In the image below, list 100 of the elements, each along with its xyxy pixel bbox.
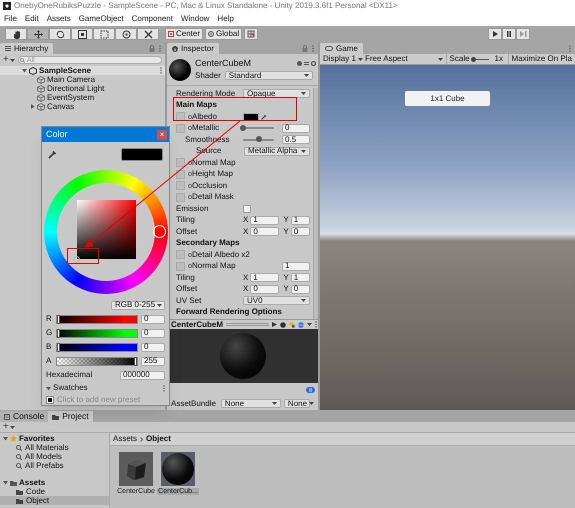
close-button[interactable]: × — [157, 130, 167, 140]
tool-button[interactable] — [137, 28, 159, 40]
input-field[interactable]: 0 — [250, 227, 280, 236]
input-field[interactable]: 1 — [282, 262, 310, 271]
rotate-icon — [56, 30, 64, 38]
field-label: Shader — [195, 72, 221, 80]
scrollbar[interactable] — [313, 88, 318, 319]
dropdown[interactable]: Display 1 — [320, 54, 362, 64]
cube-button[interactable]: 1x1 Cube — [405, 91, 490, 106]
section-heading[interactable]: Swatches — [53, 384, 88, 392]
input-field[interactable]: 1 — [250, 273, 280, 282]
dropdown[interactable]: Standard — [224, 71, 313, 80]
play-button[interactable] — [488, 28, 502, 40]
tool-button[interactable] — [71, 28, 93, 40]
cube-thumbnail[interactable] — [119, 452, 153, 486]
channel-slider[interactable] — [56, 314, 138, 324]
input-field[interactable]: 0 — [250, 284, 280, 294]
preset-swatch[interactable] — [47, 397, 53, 403]
input-field[interactable]: 0 — [141, 328, 165, 338]
section-heading: Main Maps — [176, 101, 217, 110]
channel-label: R — [46, 315, 53, 323]
tool-button[interactable] — [49, 28, 71, 40]
field-label: Tiling — [176, 274, 195, 282]
tree-item[interactable]: Canvas — [47, 102, 74, 110]
dropdown[interactable]: Opaque — [243, 89, 310, 98]
menu-item[interactable]: Window — [180, 15, 210, 23]
dropdown[interactable]: Metallic Alpha — [244, 146, 310, 156]
tool-button[interactable] — [27, 28, 49, 40]
tool-button[interactable] — [115, 28, 137, 40]
add-button[interactable]: + — [3, 422, 15, 432]
menu-item[interactable]: Assets — [46, 15, 71, 23]
slider-track[interactable] — [243, 138, 274, 141]
dropdown[interactable]: UV0 — [243, 296, 310, 306]
input-field[interactable]: 1 — [290, 273, 310, 282]
menu-item[interactable]: GameObject — [78, 15, 124, 23]
collab-button[interactable] — [244, 28, 258, 40]
panel-tab[interactable]: Game — [320, 43, 363, 54]
panel-tab[interactable]: Hierarchy — [0, 43, 54, 54]
panel-tab[interactable]: Project — [48, 411, 93, 422]
slider-thumb[interactable] — [134, 356, 137, 366]
pause-button[interactable] — [502, 28, 516, 40]
tree-item[interactable]: Directional Light — [47, 84, 104, 92]
tree-item[interactable]: Code — [26, 488, 46, 496]
input-field[interactable]: 0 — [282, 124, 310, 133]
slider-thumb[interactable] — [256, 136, 262, 142]
field-label: Albedo — [192, 112, 217, 121]
channel-slider[interactable] — [56, 342, 138, 352]
slider-thumb[interactable] — [57, 314, 60, 324]
tree-item[interactable]: EventSystem — [47, 94, 94, 102]
hue-handle[interactable] — [152, 225, 166, 238]
panel-tab[interactable]: Console — [0, 411, 48, 422]
tree-item[interactable]: Object — [26, 496, 50, 504]
input-field[interactable]: 255 — [141, 356, 165, 366]
tree-item[interactable]: All Materials — [25, 444, 69, 452]
sphere-thumbnail[interactable] — [161, 452, 195, 486]
input-field[interactable]: 0 — [290, 284, 310, 294]
slider-thumb[interactable] — [470, 56, 476, 62]
tree-item[interactable]: All Prefabs — [25, 462, 64, 470]
globe-icon — [208, 31, 214, 37]
channel-slider[interactable] — [56, 328, 138, 338]
channel-slider[interactable] — [56, 356, 138, 366]
input-field[interactable]: 0 — [290, 227, 310, 236]
dropdown[interactable]: Free Aspect — [362, 54, 446, 64]
tool-button[interactable] — [5, 28, 27, 40]
caret-icon — [358, 58, 363, 60]
toggle-button[interactable]: Maximize On Pla — [508, 54, 575, 64]
menu-item[interactable]: File — [4, 15, 17, 23]
menu-item[interactable]: Component — [132, 15, 173, 23]
value-handle[interactable] — [73, 256, 80, 262]
slider-thumb[interactable] — [57, 328, 60, 338]
breadcrumb-item[interactable]: Object — [146, 435, 171, 443]
pivot-button[interactable]: Center — [165, 28, 204, 40]
add-button[interactable]: + — [3, 55, 15, 65]
tree-item[interactable]: Main Camera — [47, 76, 96, 84]
pivot-button[interactable]: Global — [205, 28, 242, 40]
tools-icon — [144, 30, 152, 38]
slider-thumb[interactable] — [57, 342, 60, 352]
tool-button[interactable] — [93, 28, 115, 40]
menu-item[interactable]: Edit — [24, 15, 39, 23]
checkbox[interactable] — [243, 204, 251, 213]
slider-thumb[interactable] — [240, 124, 246, 131]
search-icon — [16, 444, 22, 450]
breadcrumb-item[interactable]: Assets — [113, 435, 138, 443]
input-field[interactable]: 0 — [141, 314, 165, 324]
slider-track[interactable] — [243, 127, 274, 130]
input-field[interactable]: 0 — [141, 342, 165, 352]
panel-tab[interactable]: Inspector — [167, 43, 219, 54]
axis-label: Y — [283, 274, 289, 282]
dropdown[interactable]: None — [220, 399, 281, 408]
play-icon — [492, 31, 498, 37]
tree-item[interactable]: All Models — [25, 452, 62, 460]
input-field[interactable]: 000000 — [120, 370, 165, 380]
color-swatch[interactable] — [243, 112, 259, 121]
tree-item[interactable]: Assets — [19, 478, 46, 486]
input-field[interactable]: 1 — [290, 216, 310, 225]
menu-item[interactable]: Help — [217, 15, 234, 23]
input-field[interactable]: 0.5 — [282, 135, 310, 144]
input-field[interactable]: 1 — [250, 216, 280, 225]
tree-item[interactable]: Favorites — [19, 434, 55, 442]
dropdown[interactable]: RGB 0-255 — [111, 300, 165, 310]
